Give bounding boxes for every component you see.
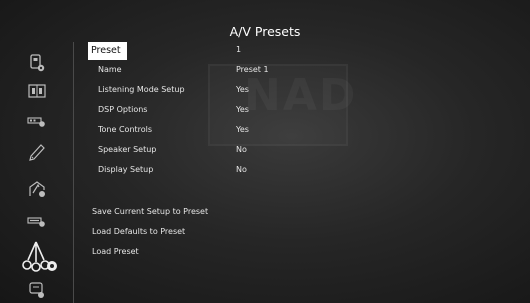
setting-label: Tone Controls: [98, 125, 153, 134]
setting-value: No: [236, 145, 247, 154]
setting-value: 1: [236, 45, 242, 54]
setting-value: Yes: [236, 125, 249, 134]
load-preset-button[interactable]: Load Preset: [92, 247, 139, 256]
setting-row-dsp-options[interactable]: DSP Options Yes: [88, 102, 388, 120]
setting-value: Yes: [236, 105, 249, 114]
setting-row-display-setup[interactable]: Display Setup No: [88, 162, 388, 180]
setting-row-tone-controls[interactable]: Tone Controls Yes: [88, 122, 388, 140]
save-current-setup-button[interactable]: Save Current Setup to Preset: [92, 207, 208, 216]
setting-value: No: [236, 165, 247, 174]
setting-label: DSP Options: [98, 105, 148, 114]
setting-row-listening-mode-setup[interactable]: Listening Mode Setup Yes: [88, 82, 388, 100]
source-settings-icon[interactable]: [26, 52, 48, 74]
zone-settings-icon[interactable]: [26, 178, 48, 200]
display-settings-icon[interactable]: [26, 210, 48, 232]
setting-value: Preset 1: [236, 65, 269, 74]
setting-label: Name: [98, 65, 122, 74]
setting-label: Display Setup: [98, 165, 154, 174]
setting-label: Speaker Setup: [98, 145, 157, 154]
setting-row-preset[interactable]: Preset 1: [88, 42, 388, 60]
page-title: A/V Presets: [229, 24, 301, 39]
setting-row-name[interactable]: Name Preset 1: [88, 62, 388, 80]
load-defaults-button[interactable]: Load Defaults to Preset: [92, 227, 185, 236]
setting-label: Preset: [88, 42, 127, 60]
sidebar-divider: [73, 42, 74, 303]
setting-value: Yes: [236, 85, 249, 94]
speaker-layout-icon[interactable]: [26, 80, 48, 102]
general-settings-icon[interactable]: [26, 280, 48, 302]
av-presets-icon[interactable]: [18, 240, 58, 276]
tone-pen-icon[interactable]: [26, 142, 48, 164]
input-settings-icon[interactable]: [26, 110, 48, 132]
setting-label: Listening Mode Setup: [98, 85, 185, 94]
setting-row-speaker-setup[interactable]: Speaker Setup No: [88, 142, 388, 160]
sidebar: [0, 0, 74, 303]
